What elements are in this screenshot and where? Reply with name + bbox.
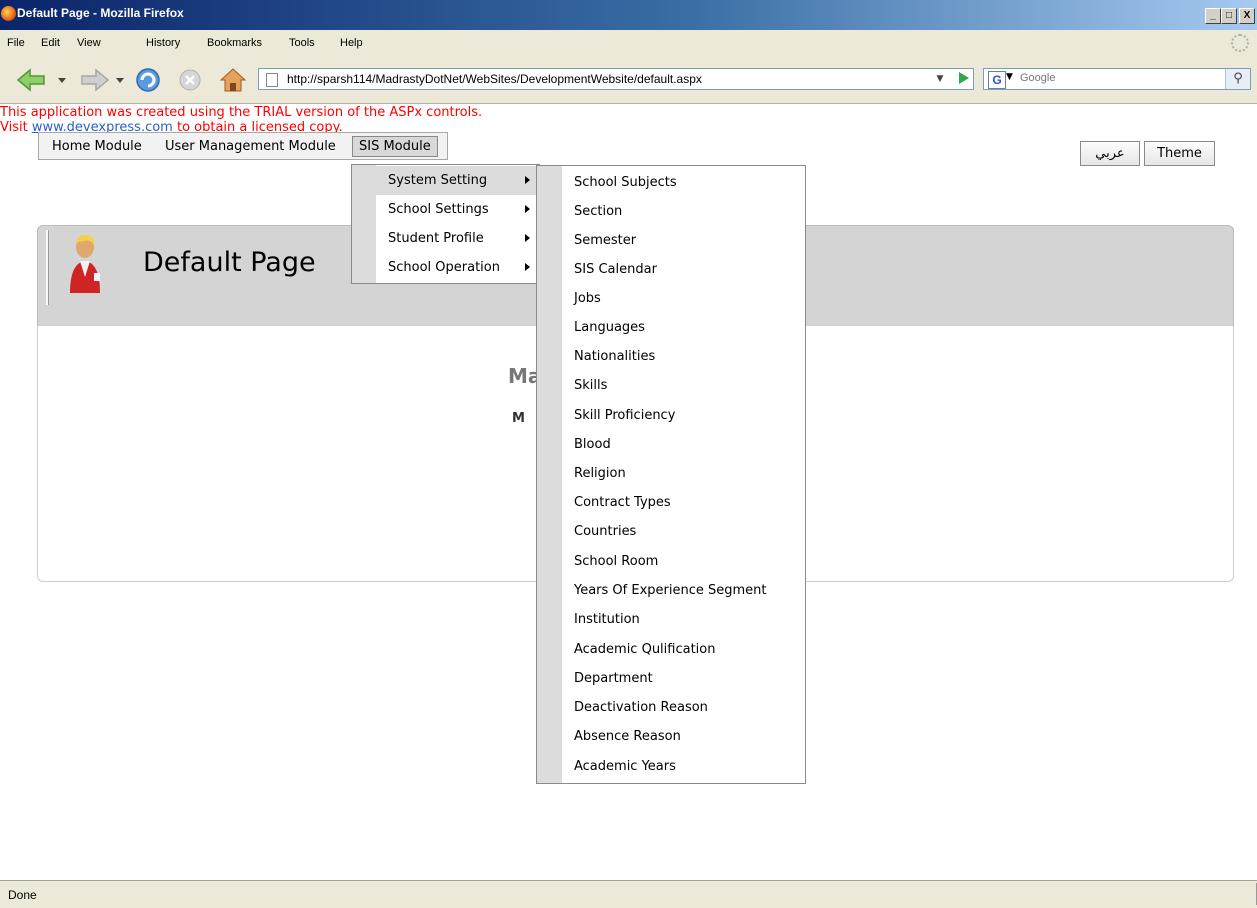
- submenu-item-label: System Setting: [388, 173, 488, 188]
- menu-item-academic-qulification[interactable]: Academic Qulification: [574, 642, 715, 657]
- menu-item-school-room[interactable]: School Room: [574, 554, 658, 569]
- minimize-button[interactable]: _: [1205, 8, 1221, 24]
- maximize-button[interactable]: □: [1221, 8, 1237, 24]
- submenu-arrow-icon: [525, 234, 530, 242]
- user-avatar-icon: [70, 234, 100, 293]
- forward-dropdown-icon[interactable]: [114, 66, 126, 94]
- menu-item-sis-calendar[interactable]: SIS Calendar: [574, 262, 657, 277]
- url-text[interactable]: http://sparsh114/MadrastyDotNet/WebSites…: [287, 72, 702, 86]
- system-setting-submenu: School Subjects Section Semester SIS Cal…: [536, 165, 806, 784]
- menu-bookmarks[interactable]: Bookmarks: [207, 37, 262, 49]
- menu-item-years-of-experience-segment[interactable]: Years Of Experience Segment: [574, 583, 767, 598]
- go-arrow-icon[interactable]: [959, 72, 969, 84]
- submenu-school-settings[interactable]: School Settings: [353, 195, 538, 224]
- menu-item-languages[interactable]: Languages: [574, 320, 645, 335]
- welcome-subtitle: M: [512, 411, 525, 426]
- menu-item-nationalities[interactable]: Nationalities: [574, 349, 655, 364]
- back-dropdown-icon[interactable]: [56, 66, 68, 94]
- submenu-gutter: [537, 166, 562, 783]
- search-engine-icon[interactable]: G: [988, 71, 1006, 89]
- trial-notice-prefix: Visit: [0, 120, 32, 135]
- submenu-arrow-icon: [525, 205, 530, 213]
- menu-item-blood[interactable]: Blood: [574, 437, 611, 452]
- search-box[interactable]: G ▼ Google ⚲: [983, 68, 1251, 90]
- menu-item-skill-proficiency[interactable]: Skill Proficiency: [574, 408, 675, 423]
- menu-item-skills[interactable]: Skills: [574, 378, 607, 393]
- submenu-arrow-icon: [525, 263, 530, 271]
- home-icon[interactable]: [218, 66, 248, 94]
- close-button[interactable]: X: [1239, 8, 1255, 24]
- menu-item-institution[interactable]: Institution: [574, 612, 640, 627]
- sis-module-submenu: System Setting School Settings Student P…: [351, 164, 540, 284]
- menu-view[interactable]: View: [77, 37, 101, 49]
- url-bar[interactable]: http://sparsh114/MadrastyDotNet/WebSites…: [258, 68, 974, 90]
- search-icon[interactable]: ⚲: [1225, 69, 1250, 89]
- menu-item-absence-reason[interactable]: Absence Reason: [574, 729, 681, 744]
- menu-item-religion[interactable]: Religion: [574, 466, 626, 481]
- forward-arrow-icon[interactable]: [76, 66, 112, 94]
- submenu-item-label: Student Profile: [388, 231, 484, 246]
- app-main-menu: Home Module User Management Module SIS M…: [38, 132, 448, 160]
- menu-item-academic-years[interactable]: Academic Years: [574, 759, 676, 774]
- trial-notice-line1: This application was created using the T…: [0, 105, 483, 120]
- status-bar: Done: [0, 880, 1257, 908]
- window-title: Default Page - Mozilla Firefox: [17, 6, 184, 20]
- menu-home-module[interactable]: Home Module: [52, 139, 142, 154]
- arabic-language-button[interactable]: عربي: [1080, 141, 1140, 166]
- submenu-item-label: School Operation: [388, 260, 500, 275]
- menu-history[interactable]: History: [146, 37, 180, 49]
- url-dropdown-icon[interactable]: ▼: [932, 72, 948, 86]
- menu-item-semester[interactable]: Semester: [574, 233, 636, 248]
- menu-item-school-subjects[interactable]: School Subjects: [574, 175, 677, 190]
- menu-item-section[interactable]: Section: [574, 204, 622, 219]
- firefox-icon: [1, 6, 16, 21]
- theme-button[interactable]: Theme: [1144, 141, 1215, 166]
- menu-tools[interactable]: Tools: [289, 37, 315, 49]
- stop-icon[interactable]: [176, 66, 204, 94]
- page-icon: [266, 73, 278, 87]
- menu-item-deactivation-reason[interactable]: Deactivation Reason: [574, 700, 708, 715]
- menu-item-department[interactable]: Department: [574, 671, 653, 686]
- reload-icon[interactable]: [134, 66, 162, 94]
- search-engine-dropdown-icon[interactable]: ▼: [1006, 72, 1013, 82]
- status-text: Done: [8, 888, 37, 902]
- window-title-bar[interactable]: Default Page - Mozilla Firefox _ □ X: [0, 0, 1257, 30]
- search-input[interactable]: Google: [1020, 72, 1055, 84]
- menu-file[interactable]: File: [7, 37, 25, 49]
- back-arrow-icon[interactable]: [14, 66, 50, 94]
- menu-item-countries[interactable]: Countries: [574, 524, 636, 539]
- submenu-arrow-icon: [525, 176, 530, 184]
- menu-sis-module[interactable]: SIS Module: [352, 136, 438, 157]
- submenu-student-profile[interactable]: Student Profile: [353, 224, 538, 253]
- submenu-system-setting[interactable]: System Setting: [353, 166, 538, 195]
- throbber-icon: [1231, 34, 1249, 52]
- menu-item-contract-types[interactable]: Contract Types: [574, 495, 671, 510]
- browser-menu-bar: File Edit View History Bookmarks Tools H…: [0, 30, 1257, 59]
- submenu-item-label: School Settings: [388, 202, 489, 217]
- menu-item-jobs[interactable]: Jobs: [574, 291, 601, 306]
- header-divider: [46, 230, 49, 305]
- menu-user-management-module[interactable]: User Management Module: [165, 139, 336, 154]
- page-title: Default Page: [143, 247, 316, 278]
- submenu-school-operation[interactable]: School Operation: [353, 253, 538, 282]
- menu-edit[interactable]: Edit: [41, 37, 60, 49]
- menu-help[interactable]: Help: [340, 37, 363, 49]
